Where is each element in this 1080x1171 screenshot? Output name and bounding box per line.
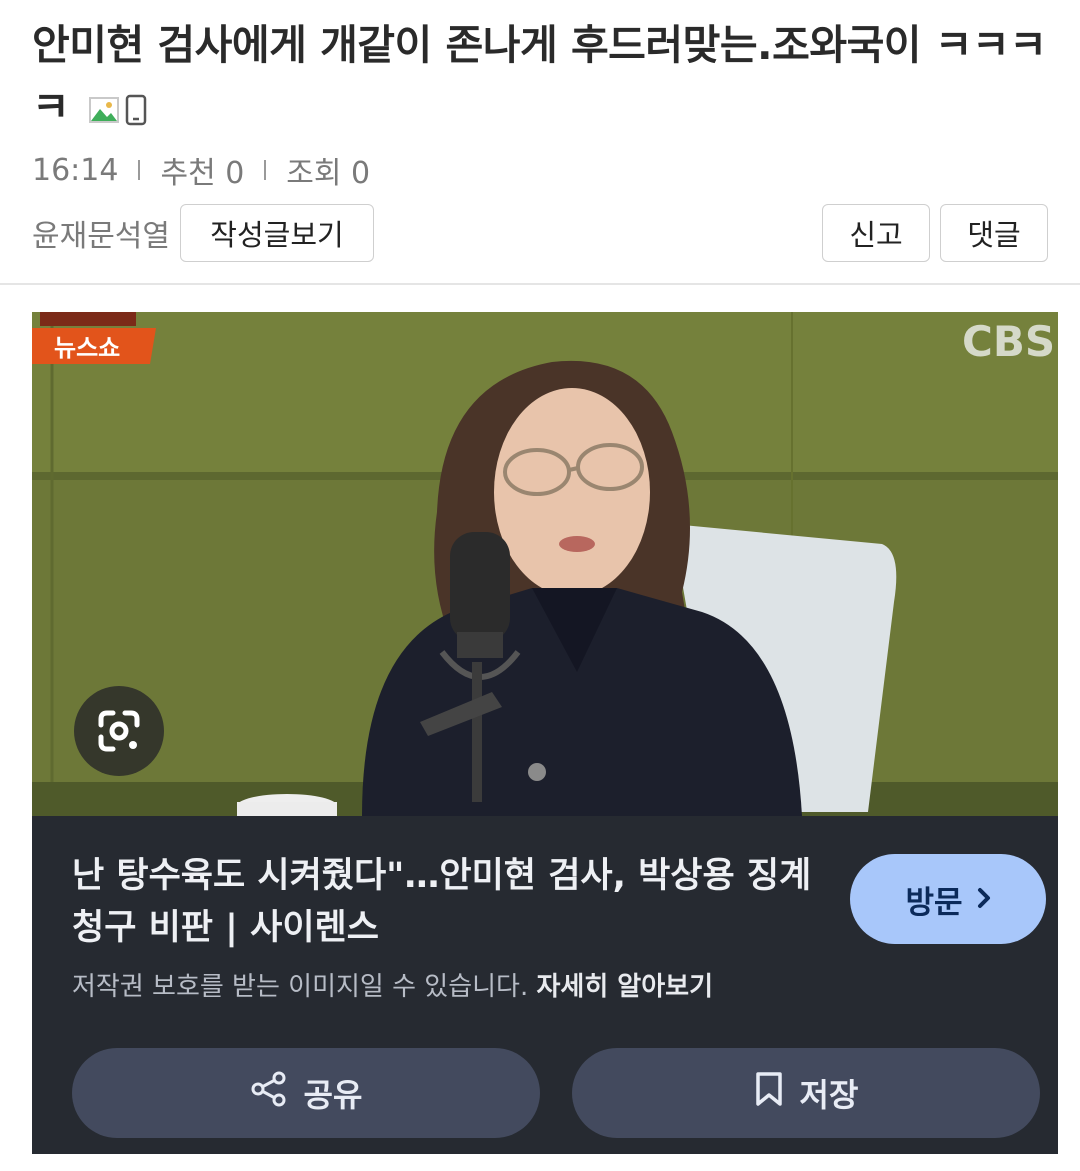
image-source-panel: 난 탕수육도 시켜줬다"…안미현 검사, 박상용 징계 청구 비판 | 사이렌스… (32, 816, 1058, 1154)
chevron-right-icon (977, 881, 991, 917)
copyright-notice: 저작권 보호를 받는 이미지일 수 있습니다. 자세히 알아보기 (72, 966, 713, 1003)
author-row: 윤재문석열 작성글보기 신고 댓글 (32, 204, 1048, 262)
report-button[interactable]: 신고 (822, 204, 930, 262)
save-label: 저장 (799, 1076, 859, 1114)
post-title: 안미현 검사에게 개같이 존나게 후드러맞는.조와국이 ㅋㅋㅋㅋ (32, 14, 1052, 138)
post-meta: 16:14 추천 0 조회 0 (32, 150, 371, 192)
post-header: 안미현 검사에게 개같이 존나게 후드러맞는.조와국이 ㅋㅋㅋㅋ 16:14 추… (0, 0, 1080, 284)
post-title-text: 안미현 검사에게 개같이 존나게 후드러맞는.조와국이 ㅋㅋㅋㅋ (32, 21, 1047, 131)
image-icon (89, 97, 120, 123)
photo-overlay-text: 뉴스쇼 (54, 334, 120, 362)
embedded-image-card: 뉴스쇼 CBS 난 탕수육도 시켜줬다"…안미현 검사, 박상용 징계 청구 비… (32, 312, 1058, 1154)
view-posts-button[interactable]: 작성글보기 (180, 204, 374, 262)
google-lens-button[interactable] (74, 686, 164, 776)
author-name[interactable]: 윤재문석열 (32, 211, 170, 255)
view-count: 조회 0 (286, 156, 371, 191)
visit-button[interactable]: 방문 (850, 854, 1046, 944)
share-button[interactable]: 공유 (72, 1048, 540, 1138)
visit-label: 방문 (905, 884, 963, 921)
source-headline[interactable]: 난 탕수육도 시켜줬다"…안미현 검사, 박상용 징계 청구 비판 | 사이렌스 (72, 850, 812, 954)
copyright-text: 저작권 보호를 받는 이미지일 수 있습니다. (72, 972, 529, 1002)
post-time: 16:14 (32, 152, 119, 188)
share-icon (250, 1070, 288, 1116)
title-icons (89, 94, 147, 126)
share-label: 공유 (303, 1076, 363, 1114)
bookmark-icon (754, 1071, 784, 1115)
meta-divider (138, 160, 141, 180)
mobile-icon (125, 94, 147, 126)
meta-divider (264, 160, 267, 180)
recommend-count: 추천 0 (160, 156, 245, 191)
news-photo: 뉴스쇼 CBS (32, 312, 1058, 816)
learn-more-link[interactable]: 자세히 알아보기 (537, 972, 714, 1002)
header-divider (0, 283, 1080, 285)
photo-watermark: CBS (962, 317, 1055, 366)
lens-icon (95, 707, 143, 755)
save-button[interactable]: 저장 (572, 1048, 1040, 1138)
comment-button[interactable]: 댓글 (940, 204, 1048, 262)
